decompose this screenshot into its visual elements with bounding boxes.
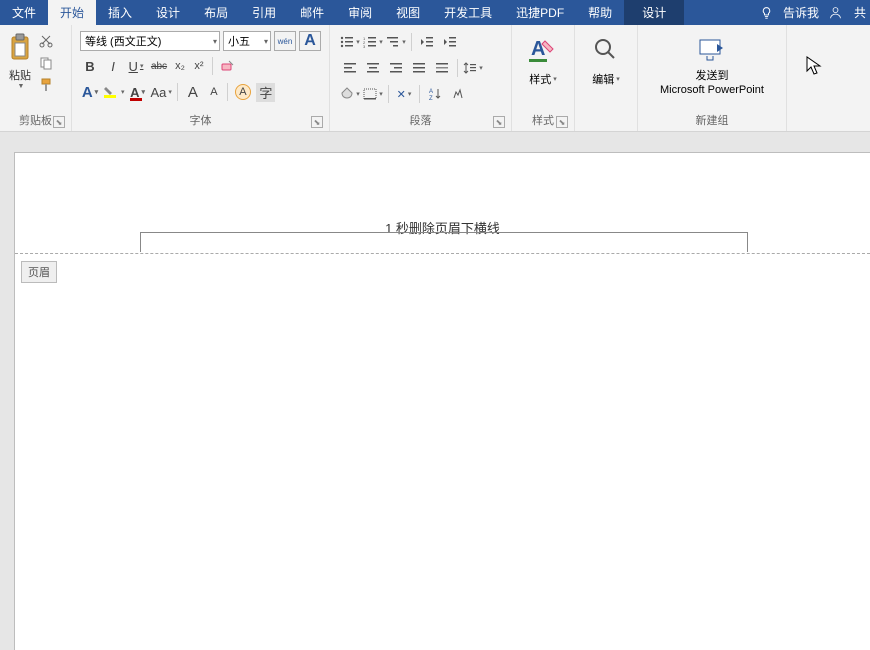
group-paragraph: ▾ 123▾ ▾ ▾ ▾ ▾ bbox=[330, 25, 512, 131]
header-boundary-line bbox=[15, 253, 870, 254]
show-marks-button[interactable] bbox=[448, 83, 468, 105]
group-font-label: 字体 bbox=[190, 115, 212, 127]
header-frame bbox=[140, 232, 748, 252]
asian-layout-button[interactable]: ✕▾ bbox=[394, 83, 414, 105]
align-distribute-button[interactable] bbox=[432, 57, 452, 79]
editing-label: 编辑 bbox=[592, 71, 614, 87]
svg-text:A: A bbox=[429, 89, 433, 95]
tab-references[interactable]: 引用 bbox=[240, 0, 288, 25]
tab-design[interactable]: 设计 bbox=[144, 0, 192, 25]
font-size-combo[interactable]: 小五▾ bbox=[223, 31, 271, 51]
group-styles: A 样式▾ 样式⬊ bbox=[512, 25, 575, 131]
superscript-button[interactable]: x² bbox=[191, 55, 207, 77]
lightbulb-icon bbox=[760, 6, 773, 19]
subscript-button[interactable]: x₂ bbox=[172, 55, 188, 77]
line-spacing-button[interactable]: ▾ bbox=[463, 57, 483, 79]
styles-button[interactable]: A bbox=[526, 33, 560, 67]
tab-mail[interactable]: 邮件 bbox=[288, 0, 336, 25]
share-button[interactable]: 共 bbox=[852, 0, 866, 25]
align-left-button[interactable] bbox=[340, 57, 360, 79]
document-canvas[interactable]: 1 秒删除页眉下横线 页眉 bbox=[14, 152, 870, 650]
group-font: 等线 (西文正文)▾ 小五▾ wén A B I U▾ abc x₂ x² A▾ bbox=[72, 25, 330, 131]
paste-button[interactable] bbox=[6, 31, 34, 65]
paragraph-launcher[interactable]: ⬊ bbox=[493, 116, 505, 128]
underline-button[interactable]: U▾ bbox=[126, 55, 146, 77]
svg-text:A: A bbox=[531, 38, 545, 60]
italic-button[interactable]: I bbox=[103, 55, 123, 77]
copy-button[interactable] bbox=[38, 55, 54, 71]
strikethrough-button[interactable]: abc bbox=[149, 55, 169, 77]
align-right-button[interactable] bbox=[386, 57, 406, 79]
send-to-powerpoint-button[interactable] bbox=[695, 33, 729, 67]
phonetic-guide-button[interactable]: wén bbox=[274, 31, 296, 51]
cut-button[interactable] bbox=[38, 33, 54, 49]
group-clipboard: 粘贴 ▼ 剪贴板⬊ bbox=[0, 25, 72, 131]
svg-text:Z: Z bbox=[429, 96, 433, 101]
clipboard-launcher[interactable]: ⬊ bbox=[53, 116, 65, 128]
sort-button[interactable]: AZ bbox=[425, 83, 445, 105]
text-effects-button[interactable]: A▾ bbox=[80, 81, 100, 103]
shading-button[interactable]: ▾ bbox=[340, 83, 360, 105]
tab-help[interactable]: 帮助 bbox=[576, 0, 624, 25]
clear-format-button[interactable] bbox=[218, 55, 238, 77]
styles-label: 样式 bbox=[529, 71, 551, 87]
send-to-ppt-label: 发送到Microsoft PowerPoint bbox=[660, 69, 764, 98]
font-launcher[interactable]: ⬊ bbox=[311, 116, 323, 128]
increase-indent-button[interactable] bbox=[440, 31, 460, 53]
group-newgroup-label: 新建组 bbox=[642, 110, 782, 131]
multilevel-list-button[interactable]: ▾ bbox=[386, 31, 406, 53]
char-shading-button[interactable]: 字 bbox=[256, 81, 276, 103]
svg-text:3: 3 bbox=[363, 44, 366, 48]
format-painter-button[interactable] bbox=[38, 77, 54, 93]
styles-dropdown[interactable]: ▾ bbox=[553, 75, 557, 83]
tab-context-design[interactable]: 设计 bbox=[624, 0, 684, 25]
shrink-font-button[interactable]: A bbox=[206, 81, 222, 103]
enclosed-char-button[interactable]: A bbox=[233, 81, 253, 103]
tab-view[interactable]: 视图 bbox=[384, 0, 432, 25]
styles-launcher[interactable]: ⬊ bbox=[556, 116, 568, 128]
ribbon: 粘贴 ▼ 剪贴板⬊ 等线 (西文正文)▾ 小五▾ wén A B bbox=[0, 25, 870, 132]
align-center-button[interactable] bbox=[363, 57, 383, 79]
bullets-button[interactable]: ▾ bbox=[340, 31, 360, 53]
group-editing-label bbox=[579, 114, 633, 131]
tab-layout[interactable]: 布局 bbox=[192, 0, 240, 25]
person-icon bbox=[829, 6, 842, 19]
numbering-button[interactable]: 123▾ bbox=[363, 31, 383, 53]
tell-me-button[interactable]: 告诉我 bbox=[783, 0, 819, 25]
page-header-region[interactable]: 1 秒删除页眉下横线 bbox=[15, 153, 870, 256]
tab-file[interactable]: 文件 bbox=[0, 0, 48, 25]
change-case-button[interactable]: Aa▾ bbox=[151, 81, 172, 103]
tab-review[interactable]: 审阅 bbox=[336, 0, 384, 25]
group-newgroup: 发送到Microsoft PowerPoint 新建组 bbox=[638, 25, 787, 131]
group-clipboard-label: 剪贴板 bbox=[19, 115, 52, 127]
tab-insert[interactable]: 插入 bbox=[96, 0, 144, 25]
bold-button[interactable]: B bbox=[80, 55, 100, 77]
font-color-button[interactable]: A▾ bbox=[128, 81, 148, 103]
paste-dropdown[interactable]: ▼ bbox=[18, 83, 25, 90]
ribbon-tabbar: 文件 开始 插入 设计 布局 引用 邮件 审阅 视图 开发工具 迅捷PDF 帮助… bbox=[0, 0, 870, 25]
group-paragraph-label: 段落 bbox=[410, 115, 432, 127]
align-justify-button[interactable] bbox=[409, 57, 429, 79]
decrease-indent-button[interactable] bbox=[417, 31, 437, 53]
group-styles-label: 样式 bbox=[532, 115, 554, 127]
grow-font-button[interactable]: A bbox=[183, 81, 203, 103]
paste-label: 粘贴 bbox=[9, 67, 31, 83]
editing-dropdown[interactable]: ▾ bbox=[616, 75, 620, 83]
header-tag[interactable]: 页眉 bbox=[21, 261, 57, 283]
group-editing: 编辑▾ bbox=[575, 25, 638, 131]
tab-home[interactable]: 开始 bbox=[48, 0, 96, 25]
highlight-button[interactable]: ▾ bbox=[103, 81, 125, 103]
character-border-button[interactable]: A bbox=[299, 31, 321, 51]
borders-button[interactable]: ▾ bbox=[363, 83, 383, 105]
font-name-combo[interactable]: 等线 (西文正文)▾ bbox=[80, 31, 220, 51]
tab-devtools[interactable]: 开发工具 bbox=[432, 0, 504, 25]
find-button[interactable] bbox=[589, 33, 623, 67]
tab-pdf[interactable]: 迅捷PDF bbox=[504, 0, 576, 25]
